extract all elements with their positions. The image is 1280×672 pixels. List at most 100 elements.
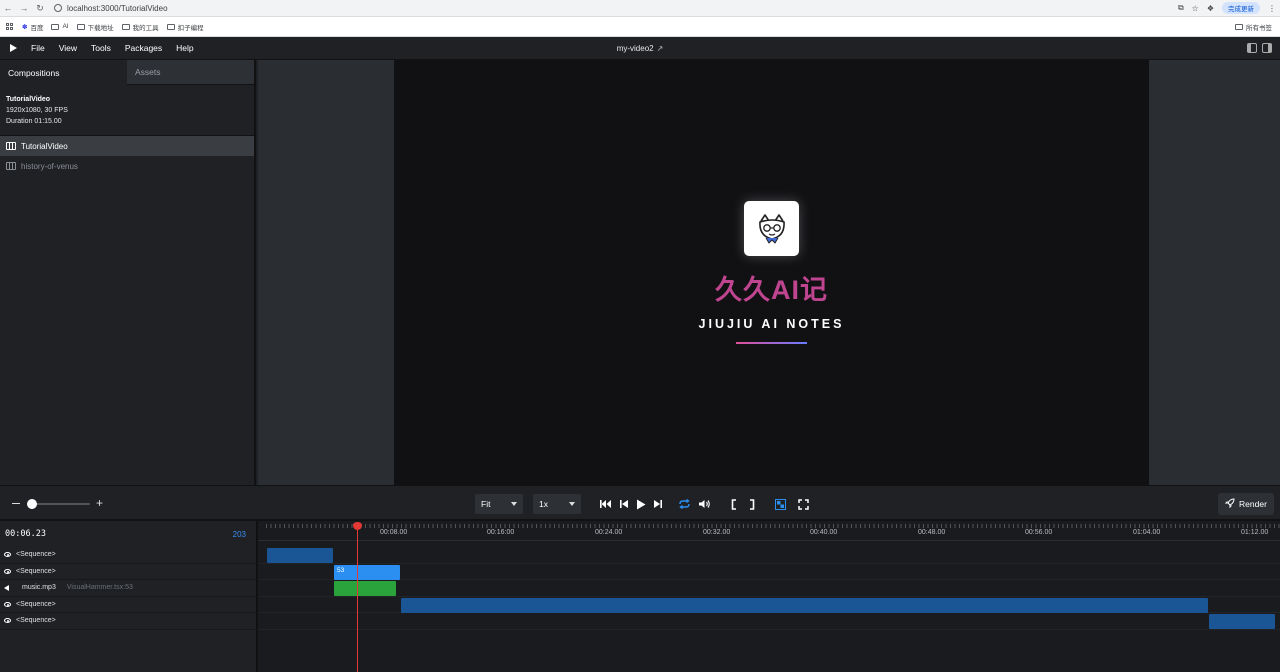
playhead-line[interactable]	[357, 525, 358, 672]
track-label: <Sequence>	[16, 567, 56, 575]
composition-label: TutorialVideo	[21, 141, 68, 151]
loop-icon[interactable]	[678, 497, 691, 511]
ruler-label: 00:24.00	[595, 529, 623, 536]
mark-in-icon[interactable]	[730, 497, 738, 511]
track-row[interactable]: <Sequence>	[0, 564, 256, 580]
ruler-label: 00:40.00	[810, 529, 838, 536]
toggle-left-panel-icon[interactable]	[1247, 43, 1257, 53]
volume-icon[interactable]	[698, 497, 711, 511]
speed-select[interactable]: 1x	[533, 494, 581, 514]
eye-icon[interactable]	[4, 601, 11, 607]
render-label: Render	[1239, 499, 1267, 509]
update-button[interactable]: 完成更新	[1222, 2, 1260, 14]
toggle-right-panel-icon[interactable]	[1262, 43, 1272, 53]
checkerboard-icon[interactable]	[775, 497, 786, 511]
zoom-in-icon[interactable]: +	[96, 497, 103, 509]
step-back-icon[interactable]	[619, 497, 629, 511]
eye-icon[interactable]	[4, 618, 11, 624]
step-forward-icon[interactable]	[652, 497, 662, 511]
playback-controls: + Fit 1x Render	[0, 485, 1280, 521]
audio-clip[interactable]	[334, 581, 396, 596]
cat-logo	[744, 201, 799, 256]
size-select[interactable]: Fit	[475, 494, 523, 514]
track-row[interactable]: <Sequence>	[0, 547, 256, 564]
folder-icon	[1235, 23, 1243, 30]
bookmark-tools[interactable]: 我的工具	[121, 22, 159, 32]
track-lane	[258, 580, 1280, 597]
browser-toolbar: ← → ↻ localhost:3000/TutorialVideo ⧉ ☆ ❖…	[0, 0, 1280, 17]
render-button[interactable]: Render	[1218, 493, 1274, 515]
sequence-clip[interactable]	[401, 597, 1208, 613]
composition-item[interactable]: TutorialVideo	[0, 136, 254, 156]
eye-icon[interactable]	[4, 568, 11, 574]
track-row[interactable]: <Sequence>	[0, 597, 256, 613]
forward-icon[interactable]: →	[16, 3, 32, 13]
track-label: <Sequence>	[16, 551, 56, 559]
comp-info-duration: Duration 01:15.00	[6, 118, 62, 125]
sequence-clip[interactable]: 53	[334, 564, 400, 580]
bookmark-star-icon[interactable]: ☆	[1192, 4, 1199, 13]
video-headline: 久久AI记	[715, 275, 828, 305]
fullscreen-icon[interactable]	[798, 497, 809, 511]
extension-icon[interactable]: ❖	[1207, 4, 1214, 13]
track-lane	[258, 547, 1280, 564]
menu-packages[interactable]: Packages	[123, 41, 164, 55]
layout-toggles	[1247, 43, 1272, 53]
composition-item[interactable]: history-of-venus	[0, 156, 254, 176]
zoom-slider[interactable]	[28, 503, 90, 505]
chevron-down-icon	[511, 502, 517, 506]
bookmark-baidu[interactable]: ✽ 百度	[22, 22, 43, 32]
play-icon[interactable]	[635, 497, 647, 511]
all-bookmarks[interactable]: 所有书签	[1235, 22, 1280, 32]
rocket-icon	[1224, 498, 1235, 510]
apps-grid-icon[interactable]	[6, 22, 14, 31]
bookmark-downloads[interactable]: 下载地址	[76, 22, 114, 32]
tab-compositions[interactable]: Compositions	[0, 60, 127, 85]
play-logo-icon	[10, 44, 17, 52]
tab-assets[interactable]: Assets	[127, 60, 254, 85]
ruler-ticks	[266, 524, 1280, 528]
menu-file[interactable]: File	[29, 41, 47, 55]
app-menubar: File View Tools Packages Help my-video2 ↗	[0, 37, 1280, 60]
zoom-slider-handle[interactable]	[27, 499, 37, 509]
current-frame: 203	[232, 529, 246, 539]
more-menu-icon[interactable]: ⋮	[1268, 4, 1276, 13]
address-text[interactable]: localhost:3000/TutorialVideo	[67, 4, 168, 13]
external-link-icon[interactable]: ↗	[657, 44, 664, 53]
folder-icon	[51, 23, 60, 30]
mark-out-icon[interactable]	[748, 497, 756, 511]
compositions-panel: Compositions Assets TutorialVideo 1920x1…	[0, 60, 256, 485]
folder-icon	[121, 23, 130, 30]
track-source[interactable]: VisualHammer.tsx:53	[67, 584, 133, 591]
back-icon[interactable]: ←	[0, 3, 16, 13]
sequence-clip[interactable]	[267, 548, 333, 563]
time-ruler[interactable]: 00:08.00 00:16:00 00:24.00 00:32.00 00:4…	[258, 521, 1280, 541]
track-row[interactable]: <Sequence>	[0, 613, 256, 630]
video-canvas[interactable]: 久久AI记 JIUJIU AI NOTES	[394, 60, 1149, 485]
track-lane	[258, 613, 1280, 630]
bookmark-ai[interactable]: AI	[51, 23, 69, 30]
zoom-out-icon[interactable]	[12, 503, 20, 504]
sequence-clip[interactable]	[1209, 614, 1275, 629]
jump-to-start-icon[interactable]	[600, 497, 612, 511]
bookmark-coze[interactable]: 扣子编程	[166, 22, 204, 32]
folder-icon	[166, 23, 175, 30]
video-subline: JIUJIU AI NOTES	[698, 317, 845, 331]
site-info-icon[interactable]	[54, 4, 62, 12]
chevron-down-icon	[569, 502, 575, 506]
eye-icon[interactable]	[4, 552, 11, 558]
gradient-underline	[736, 342, 807, 344]
composition-label: history-of-venus	[21, 161, 78, 171]
menu-tools[interactable]: Tools	[89, 41, 113, 55]
timeline-canvas[interactable]: 00:08.00 00:16:00 00:24.00 00:32.00 00:4…	[258, 521, 1280, 672]
address-bar[interactable]: localhost:3000/TutorialVideo	[54, 4, 168, 13]
menu-view[interactable]: View	[57, 41, 79, 55]
menu-help[interactable]: Help	[174, 41, 195, 55]
speaker-icon[interactable]	[4, 584, 9, 591]
track-lane	[258, 564, 1280, 580]
track-label: <Sequence>	[16, 600, 56, 608]
bookmarks-bar: ✽ 百度 AI 下载地址 我的工具 扣子编程 所有书签	[0, 17, 1280, 37]
translate-icon[interactable]: ⧉	[1178, 3, 1184, 13]
reload-icon[interactable]: ↻	[32, 3, 48, 14]
track-row[interactable]: music.mp3 VisualHammer.tsx:53	[0, 580, 256, 597]
